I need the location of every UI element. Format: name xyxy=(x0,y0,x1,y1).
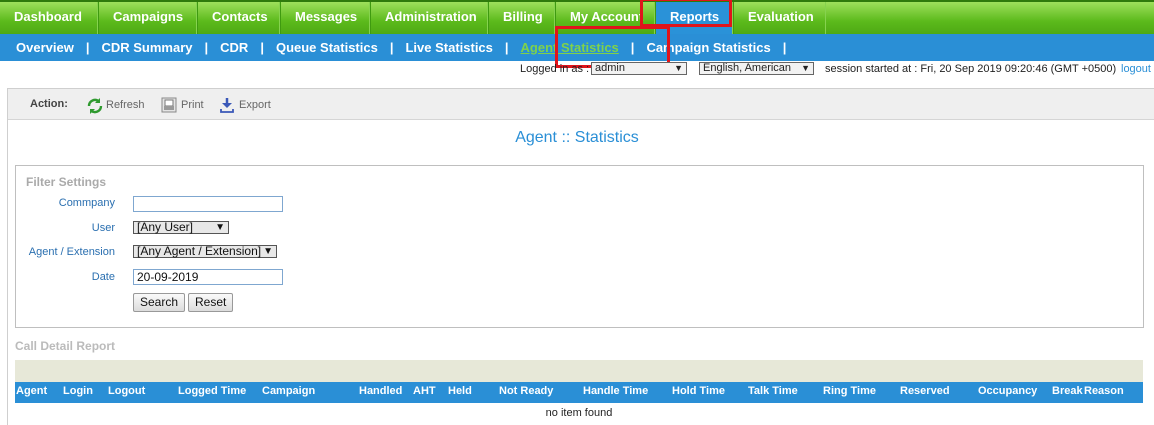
action-label: Action: xyxy=(30,98,68,110)
agent-extension-dropdown[interactable]: [Any Agent / Extension] ▼ xyxy=(133,245,277,258)
subnav-cdr-summary[interactable]: CDR Summary xyxy=(89,40,204,55)
user-select[interactable]: admin ▼ xyxy=(591,62,687,75)
column-header[interactable]: Hold Time xyxy=(672,385,725,397)
subnav-live-statistics[interactable]: Live Statistics xyxy=(393,40,504,55)
column-header[interactable]: Handle Time xyxy=(583,385,648,397)
reset-button[interactable]: Reset xyxy=(188,293,234,312)
print-button[interactable]: Print xyxy=(161,95,204,115)
refresh-button[interactable]: Refresh xyxy=(86,95,145,115)
subnav-cdr[interactable]: CDR xyxy=(208,40,260,55)
company-field[interactable] xyxy=(133,196,283,212)
company-label: Commpany xyxy=(58,197,115,209)
chevron-down-icon: ▼ xyxy=(801,63,810,73)
report-title: Call Detail Report xyxy=(15,339,116,353)
subnav-agent-statistics[interactable]: Agent Statistics xyxy=(509,40,631,55)
empty-table-message: no item found xyxy=(545,407,613,419)
column-header[interactable]: Campaign xyxy=(262,385,315,397)
logout-link[interactable]: logout xyxy=(1121,63,1151,75)
column-header[interactable]: Logged Time xyxy=(178,385,246,397)
print-label: Print xyxy=(181,99,204,111)
print-icon xyxy=(161,97,177,113)
user-select-value: admin xyxy=(595,62,625,74)
tab-dashboard[interactable]: Dashboard xyxy=(0,2,98,34)
page-title: Agent :: Statistics xyxy=(515,129,639,146)
column-header[interactable]: Login xyxy=(63,385,93,397)
chevron-down-icon: ▼ xyxy=(215,222,225,233)
tab-messages[interactable]: Messages xyxy=(280,2,370,34)
column-header[interactable]: Occupancy xyxy=(978,385,1037,397)
tab-campaigns[interactable]: Campaigns xyxy=(98,2,197,34)
date-label: Date xyxy=(91,271,115,283)
export-label: Export xyxy=(239,99,271,111)
tab-my-account[interactable]: My Account xyxy=(555,2,655,34)
export-button[interactable]: Export xyxy=(219,95,271,115)
user-label: User xyxy=(91,222,115,234)
column-header[interactable]: Handled xyxy=(359,385,402,397)
column-header[interactable]: Talk Time xyxy=(748,385,798,397)
column-header[interactable]: Reserved xyxy=(900,385,950,397)
session-started-text: session started at : Fri, 20 Sep 2019 09… xyxy=(825,63,1117,75)
chevron-down-icon: ▼ xyxy=(674,63,683,73)
action-bar: Action: Refresh Print Export xyxy=(8,89,1154,120)
tab-billing[interactable]: Billing xyxy=(488,2,555,34)
filter-legend: Filter Settings xyxy=(26,175,107,189)
subnav-overview[interactable]: Overview xyxy=(4,40,86,55)
column-header[interactable]: AHT xyxy=(413,385,436,397)
column-header[interactable]: Reason xyxy=(1084,385,1124,397)
logged-in-label: Logged in as : xyxy=(520,63,590,75)
column-header[interactable]: Break xyxy=(1052,385,1083,397)
tab-administration[interactable]: Administration xyxy=(370,2,488,34)
column-header[interactable]: Held xyxy=(448,385,472,397)
agent-extension-dropdown-value: [Any Agent / Extension] xyxy=(137,244,262,258)
column-header[interactable]: Agent xyxy=(16,385,47,397)
agent-extension-label: Agent / Extension xyxy=(28,246,115,258)
column-header[interactable]: Not Ready xyxy=(499,385,553,397)
search-button[interactable]: Search xyxy=(133,293,186,312)
session-status-bar: Logged in as : admin ▼ English, American… xyxy=(0,61,1154,78)
tab-contacts[interactable]: Contacts xyxy=(197,2,280,34)
refresh-icon xyxy=(86,97,103,114)
language-select-value: English, American xyxy=(703,62,792,74)
subnav-campaign-statistics[interactable]: Campaign Statistics xyxy=(634,40,782,55)
report-toolbar-strip xyxy=(15,360,1143,382)
tab-reports[interactable]: Reports xyxy=(655,2,733,34)
subnav-queue-statistics[interactable]: Queue Statistics xyxy=(264,40,390,55)
chevron-down-icon: ▼ xyxy=(263,246,273,257)
refresh-label: Refresh xyxy=(106,99,145,111)
subnav-separator: | xyxy=(782,40,787,55)
date-field[interactable] xyxy=(133,269,283,285)
column-header[interactable]: Logout xyxy=(108,385,145,397)
column-header[interactable]: Ring Time xyxy=(823,385,876,397)
export-icon xyxy=(219,97,235,113)
top-nav: Dashboard Campaigns Contacts Messages Ad… xyxy=(0,0,1154,34)
sub-nav: Overview | CDR Summary | CDR | Queue Sta… xyxy=(0,34,1154,61)
tab-evaluation[interactable]: Evaluation xyxy=(733,2,826,34)
user-dropdown[interactable]: [Any User] ▼ xyxy=(133,221,229,234)
user-dropdown-value: [Any User] xyxy=(137,220,194,234)
report-table-header: Agent Login Logout Logged Time Campaign … xyxy=(15,382,1143,403)
language-select[interactable]: English, American ▼ xyxy=(699,62,814,75)
